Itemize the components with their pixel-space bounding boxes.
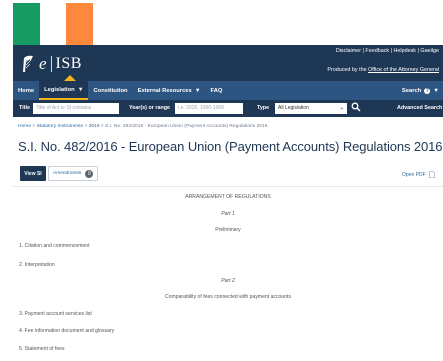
open-pdf-label: Open PDF — [402, 171, 426, 178]
eisb-logo[interactable]: e ISB — [21, 54, 82, 74]
amendments-button[interactable]: Amendments 0 — [48, 166, 98, 181]
page-title: S.I. No. 482/2016 - European Union (Paym… — [18, 139, 443, 154]
chevron-down-icon: ⌄ — [339, 105, 344, 111]
part-1-title: Preliminary — [215, 227, 241, 233]
nav-external-resources[interactable]: External Resources ▼ — [133, 81, 206, 100]
feedback-link[interactable]: Feedback — [365, 48, 389, 54]
nav-external-resources-label: External Resources — [137, 87, 192, 94]
nav-search-toggle[interactable]: Search ? ▼ — [401, 87, 443, 94]
produced-by-prefix: Produced by the — [327, 67, 367, 73]
logo-separator — [50, 56, 52, 72]
part-1-label: Part 1 — [221, 211, 235, 217]
contents-item[interactable]: 5. Statement of fees — [19, 346, 65, 352]
search-icon[interactable] — [351, 102, 361, 112]
disclaimer-link[interactable]: Disclaimer — [336, 48, 361, 54]
chevron-down-icon: ▼ — [77, 86, 84, 93]
type-select[interactable]: All Legislation ⌄ — [275, 103, 347, 114]
help-circle-icon: ? — [424, 87, 431, 94]
type-label: Type — [257, 105, 270, 111]
nav-legislation-label: Legislation — [44, 86, 75, 93]
nav-search-label: Search — [401, 87, 422, 94]
nav-legislation[interactable]: Legislation ▼ — [39, 81, 89, 100]
year-input[interactable]: i.e. 2015, 1990-1999 — [175, 103, 243, 114]
part-2-title: Comparability of fees connected with pay… — [165, 294, 291, 300]
helpdesk-link[interactable]: Helpdesk — [394, 48, 416, 54]
harp-icon — [23, 55, 33, 72]
contents-item[interactable]: 1. Citation and commencement — [19, 243, 90, 249]
breadcrumb-home[interactable]: Home — [18, 124, 31, 129]
logo-isb: ISB — [55, 55, 82, 72]
flag-green-band — [13, 3, 40, 45]
nav-constitution[interactable]: Constitution — [88, 81, 132, 100]
breadcrumb-year[interactable]: 2016 — [89, 124, 100, 129]
arrangement-heading: ARRANGEMENT OF REGULATIONS — [185, 194, 271, 200]
breadcrumb-current: S.I. No. 482/2016 - European Union (Paym… — [105, 124, 269, 129]
title-input[interactable]: Title of Act or SI contains — [33, 103, 119, 114]
top-links: Disclaimer | Feedback | Helpdesk | Gaeil… — [335, 48, 439, 54]
attorney-general-link[interactable]: Office of the Attorney General — [368, 67, 439, 73]
contents-item[interactable]: 2. Interpretation — [19, 262, 55, 268]
flag-orange-band — [66, 3, 94, 45]
title-label: Title — [19, 105, 30, 111]
logo-e: e — [39, 54, 47, 73]
nav-faq[interactable]: FAQ — [206, 81, 228, 100]
nav-home[interactable]: Home — [13, 81, 39, 100]
irish-flag — [13, 3, 94, 45]
produced-by: Produced by the Office of the Attorney G… — [327, 67, 439, 73]
main-nav: Home Legislation ▼ Constitution External… — [13, 81, 443, 100]
pdf-file-icon — [428, 171, 435, 178]
contents-item[interactable]: 4. Fee information document and glossary — [19, 328, 114, 334]
contents-item[interactable]: 3. Payment account services list — [19, 311, 92, 317]
chevron-down-icon: ▼ — [194, 87, 201, 94]
breadcrumb: Home > Statutory Instruments > 2016 > S.… — [18, 124, 269, 129]
gaeilge-link[interactable]: Gaeilge — [420, 48, 439, 54]
view-si-button[interactable]: View SI — [20, 166, 46, 181]
amendments-label: Amendments — [53, 171, 82, 176]
breadcrumb-statutory-instruments[interactable]: Statutory Instruments — [37, 124, 83, 129]
flag-white-band — [39, 3, 67, 45]
divider — [13, 186, 443, 187]
year-label: Year(s) or range — [129, 105, 171, 111]
type-select-value: All Legislation — [278, 105, 309, 111]
chevron-down-icon: ▼ — [433, 87, 439, 94]
open-pdf-link[interactable]: Open PDF — [402, 171, 435, 178]
site-header: e ISB Disclaimer | Feedback | Helpdesk |… — [13, 45, 443, 81]
amendments-count-badge: 0 — [85, 169, 94, 178]
search-filter-bar: Title Title of Act or SI contains Year(s… — [13, 100, 443, 117]
part-2-label: Part 2 — [221, 278, 235, 284]
advanced-search-link[interactable]: Advanced Search — [397, 105, 442, 111]
